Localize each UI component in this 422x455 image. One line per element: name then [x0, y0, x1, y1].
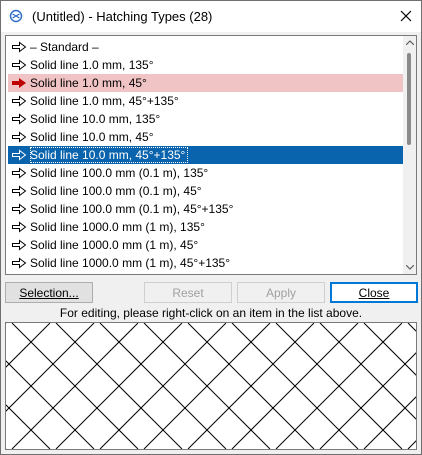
- list-item[interactable]: Solid line 1.0 mm, 135°: [8, 56, 403, 74]
- list-item-label: Solid line 1.0 mm, 135°: [30, 58, 154, 72]
- hatch-line-135: [363, 396, 416, 449]
- hatch-line-135: [319, 352, 416, 449]
- list-item-label: Solid line 100.0 mm (0.1 m), 45°: [30, 184, 202, 198]
- list-item[interactable]: Solid line 1000.0 mm (1 m), 135°: [8, 218, 403, 236]
- list-item[interactable]: – Standard –: [8, 38, 403, 56]
- list-item[interactable]: Solid line 1000.0 mm (1 m), 45°+135°: [8, 254, 403, 272]
- hatch-preview: [5, 322, 417, 450]
- close-button[interactable]: Close: [330, 282, 418, 303]
- apply-button[interactable]: Apply: [237, 282, 325, 303]
- red-arrow-icon: [10, 76, 28, 90]
- hatch-line-135: [6, 323, 95, 412]
- scroll-thumb[interactable]: [407, 53, 411, 145]
- editing-hint: For editing, please right-click on an it…: [59, 306, 363, 320]
- hatch-line-45: [363, 323, 416, 376]
- list-item[interactable]: Solid line 10.0 mm, 45°+135°: [8, 146, 403, 164]
- list-item[interactable]: Solid line 100.0 mm (0.1 m), 45°: [8, 182, 403, 200]
- list-item[interactable]: Solid line 10.0 mm, 135°: [8, 110, 403, 128]
- outline-arrow-icon: [10, 112, 28, 126]
- hatching-types-dialog: (Untitled) - Hatching Types (28) – Stand…: [0, 0, 422, 455]
- scroll-up-icon[interactable]: [403, 36, 416, 49]
- hatch-line-135: [6, 323, 51, 368]
- outline-arrow-icon: [10, 202, 28, 216]
- outline-arrow-icon: [10, 40, 28, 54]
- hatch-line-45: [407, 323, 416, 332]
- list-item[interactable]: Solid line 100.0 mm (0.1 m), 45°+135°: [8, 200, 403, 218]
- selection-button[interactable]: Selection...: [5, 282, 93, 303]
- outline-arrow-icon: [10, 166, 28, 180]
- list-item[interactable]: Solid line 1.0 mm, 45°: [8, 74, 403, 92]
- window-title: (Untitled) - Hatching Types (28): [32, 9, 213, 24]
- hatch-line-45: [6, 360, 95, 449]
- hatch-line-135: [407, 440, 416, 449]
- crosshatch-pattern: [6, 323, 416, 449]
- selection-button-label: Selection...: [19, 285, 79, 300]
- list-item[interactable]: Solid line 1000.0 mm (1 m), 45°: [8, 236, 403, 254]
- list-item-label: Solid line 1.0 mm, 45°+135°: [30, 94, 179, 108]
- list-item-label: Solid line 1000.0 mm (1 m), 135°: [30, 220, 205, 234]
- outline-arrow-icon: [10, 220, 28, 234]
- outline-arrow-icon: [10, 130, 28, 144]
- list-item[interactable]: Solid line 10.0 mm, 45°: [8, 128, 403, 146]
- list-item-label: Solid line 1000.0 mm (1 m), 45°: [30, 238, 199, 252]
- outline-arrow-icon: [10, 238, 28, 252]
- list-item-label: Solid line 1000.0 mm (1 m), 45°+135°: [30, 256, 231, 270]
- hatching-types-list[interactable]: – Standard – Solid line 1.0 mm, 135° Solid…: [5, 35, 417, 275]
- list-item-label: Solid line 10.0 mm, 45°+135°: [30, 147, 189, 163]
- scroll-down-icon[interactable]: [403, 261, 416, 274]
- outline-arrow-icon: [10, 94, 28, 108]
- hatch-line-45: [319, 323, 416, 420]
- list-item-label: Solid line 10.0 mm, 135°: [30, 112, 161, 126]
- outline-arrow-icon: [10, 148, 28, 162]
- reset-button-label: Reset: [172, 285, 204, 300]
- list-item[interactable]: Solid line 1.0 mm, 45°+135°: [8, 92, 403, 110]
- reset-button[interactable]: Reset: [144, 282, 232, 303]
- hatch-app-icon: [9, 9, 23, 23]
- list-item-label: Solid line 100.0 mm (0.1 m), 135°: [30, 166, 209, 180]
- title-bar: (Untitled) - Hatching Types (28): [1, 1, 421, 32]
- list-item-label: Solid line 100.0 mm (0.1 m), 45°+135°: [30, 202, 234, 216]
- outline-arrow-icon: [10, 256, 28, 270]
- apply-button-label: Apply: [265, 285, 297, 300]
- vertical-scrollbar[interactable]: [403, 36, 416, 274]
- list-item[interactable]: Solid line 100.0 mm (0.1 m), 135°: [8, 164, 403, 182]
- close-button-label: Close: [358, 285, 390, 300]
- hatch-line-45: [6, 404, 51, 449]
- list-item-label: – Standard –: [30, 40, 99, 54]
- close-icon[interactable]: [391, 1, 421, 31]
- list-item-label: Solid line 1.0 mm, 45°: [30, 76, 147, 90]
- list-item-label: Solid line 10.0 mm, 45°: [30, 130, 154, 144]
- outline-arrow-icon: [10, 58, 28, 72]
- outline-arrow-icon: [10, 184, 28, 198]
